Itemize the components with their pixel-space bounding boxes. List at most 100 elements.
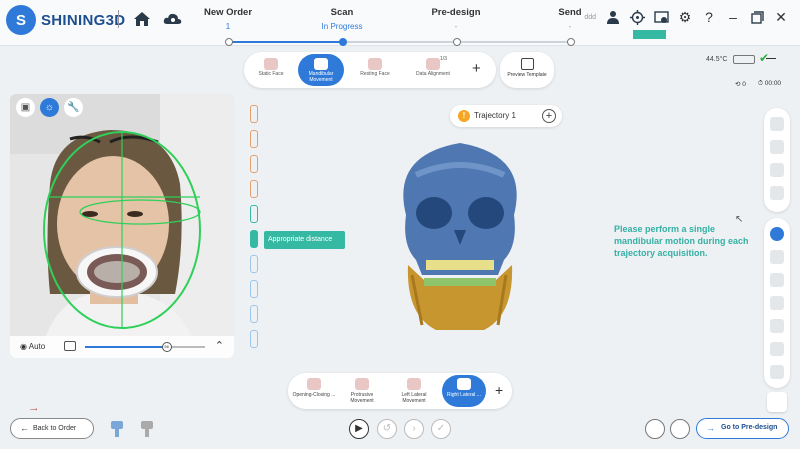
wrench-icon[interactable]: 🔧 — [64, 98, 83, 117]
notification-indicator — [633, 30, 666, 39]
logo-mark: S — [6, 5, 36, 35]
distance-bar-current — [250, 230, 258, 248]
record-time-value: 00:00 — [764, 80, 782, 87]
skull-3d-model[interactable] — [386, 135, 534, 340]
step-new-order[interactable]: New Order 1 — [183, 7, 273, 31]
settings-gear-icon[interactable] — [770, 296, 784, 310]
motion-tracking-icon[interactable] — [770, 227, 784, 241]
symmetry-icon[interactable] — [770, 319, 784, 333]
motion-label: Opening-Closing ... — [292, 392, 336, 398]
app-logo: S SHINING3D — [6, 5, 125, 35]
face-icon — [368, 58, 382, 70]
exposure-icon — [64, 341, 76, 351]
home-icon[interactable] — [133, 10, 151, 28]
mode-mandibular-movement[interactable]: Mandibular Movement — [298, 54, 344, 86]
motion-left-lateral[interactable]: Left Lateral Movement — [392, 375, 436, 407]
back-to-order-button[interactable]: ← Back to Order — [10, 418, 94, 439]
scan-mode-toolbar: Static Face Mandibular Movement Resting … — [244, 52, 496, 88]
record-timer: ⏱ 00:00 — [757, 80, 782, 87]
help-icon[interactable]: ? — [700, 8, 718, 26]
effect-icon[interactable] — [770, 186, 784, 200]
motion-type-toolbar: Opening-Closing ... Protrusive Movement … — [288, 373, 512, 409]
undo-button[interactable]: ↺ — [377, 419, 397, 439]
app-name: SHINING3D — [41, 11, 126, 29]
camera-snapshot-icon[interactable]: ▣ — [16, 98, 35, 117]
target-icon[interactable] — [628, 8, 646, 26]
person-icon[interactable] — [770, 342, 784, 356]
record-count: ⟲ 0 — [735, 81, 746, 88]
motion-label: Left Lateral Movement — [401, 392, 427, 404]
mode-label: Data Alignment — [416, 71, 450, 77]
light-bulb-icon[interactable] — [770, 365, 784, 379]
motion-right-lateral[interactable]: Right Lateral ... — [442, 375, 486, 407]
add-mode-button[interactable]: + — [472, 60, 481, 77]
exposure-slider[interactable]: 56 — [85, 342, 205, 352]
exposure-slider-fill — [85, 346, 167, 348]
add-motion-button[interactable]: + — [495, 382, 503, 398]
save-preview-icon — [520, 58, 534, 70]
camera-tools: ▣ ☼ 🔧 — [16, 98, 83, 117]
patient-avatar-icon[interactable] — [767, 392, 787, 412]
distance-bar — [250, 330, 258, 348]
minimize-icon[interactable]: – — [724, 8, 742, 26]
preview-template-label: Preview Template — [507, 72, 547, 78]
exposure-slider-thumb[interactable]: 56 — [161, 342, 172, 352]
go-to-pre-design-button[interactable]: → Go to Pre-design — [696, 418, 789, 439]
jaw-movement-icon — [314, 58, 328, 70]
mode-badge: 1/3 — [440, 56, 447, 62]
message-icon[interactable] — [670, 419, 690, 439]
view-tools-panel — [764, 108, 790, 212]
cloud-icon[interactable] — [163, 10, 183, 28]
alignment-icon — [426, 58, 440, 70]
face-scanner-icon[interactable] — [139, 419, 155, 439]
distance-bar — [250, 255, 258, 273]
align-icon[interactable] — [770, 163, 784, 177]
settings-gear-icon[interactable]: ⚙ — [676, 8, 694, 26]
add-trajectory-button[interactable]: + — [542, 109, 556, 123]
step-dot-scan — [339, 38, 347, 46]
trajectory-selector[interactable]: ! Trajectory 1 + — [450, 105, 562, 127]
auto-exposure-toggle[interactable]: ◉ Auto — [20, 342, 45, 351]
qr-code-icon[interactable] — [645, 419, 665, 439]
distance-bar — [250, 280, 258, 298]
confirm-check-button[interactable]: ✓ — [431, 419, 451, 439]
scanner-device-icon[interactable] — [109, 419, 125, 439]
restore-icon[interactable] — [748, 8, 766, 26]
step-title: Pre-design — [431, 7, 481, 18]
step-pre-design[interactable]: Pre-design - — [411, 7, 501, 31]
camera-controls: ◉ Auto 56 ⌃ — [10, 336, 234, 358]
distance-bar — [250, 105, 258, 123]
play-button[interactable]: ▶ — [349, 419, 369, 439]
mode-data-alignment[interactable]: Data Alignment 1/3 — [410, 54, 456, 86]
jaw-opening-icon — [307, 378, 321, 390]
view-icon[interactable] — [770, 117, 784, 131]
cube-icon[interactable] — [770, 250, 784, 264]
panel-minimize-icon[interactable] — [766, 58, 776, 59]
grid-icon[interactable] — [770, 140, 784, 154]
motion-label: Right Lateral ... — [447, 392, 481, 398]
instruction-text: Please perform a single mandibular motio… — [614, 224, 749, 258]
motion-protrusive[interactable]: Protrusive Movement — [340, 375, 384, 407]
step-scan[interactable]: Scan In Progress — [297, 7, 387, 31]
mode-resting-face[interactable]: Resting Face — [352, 54, 398, 86]
distance-bar — [250, 305, 258, 323]
top-header: S SHINING3D New Order 1 Scan In Progress… — [0, 0, 800, 46]
mode-static-face[interactable]: Static Face — [248, 54, 294, 86]
user-icon[interactable] — [604, 8, 622, 26]
preview-template-button[interactable]: Preview Template — [500, 52, 554, 88]
user-label: ddd — [584, 13, 596, 21]
step-sub: - — [454, 22, 458, 31]
motion-label: Protrusive Movement — [350, 392, 374, 404]
axis-indicator-icon: ⟶ — [30, 407, 38, 413]
brightness-icon[interactable]: ☼ — [40, 98, 59, 117]
close-icon[interactable]: ✕ — [772, 8, 790, 26]
step-title: Scan — [330, 7, 354, 18]
screen-record-icon[interactable] — [652, 8, 670, 26]
motion-opening-closing[interactable]: Opening-Closing ... — [292, 375, 336, 407]
chevron-up-icon[interactable]: ⌃ — [215, 339, 224, 352]
skull-icon[interactable] — [770, 273, 784, 287]
next-step-button[interactable]: › — [404, 419, 424, 439]
auto-label: Auto — [28, 342, 46, 351]
distance-bar — [250, 155, 258, 173]
model-tools-panel — [764, 218, 790, 388]
